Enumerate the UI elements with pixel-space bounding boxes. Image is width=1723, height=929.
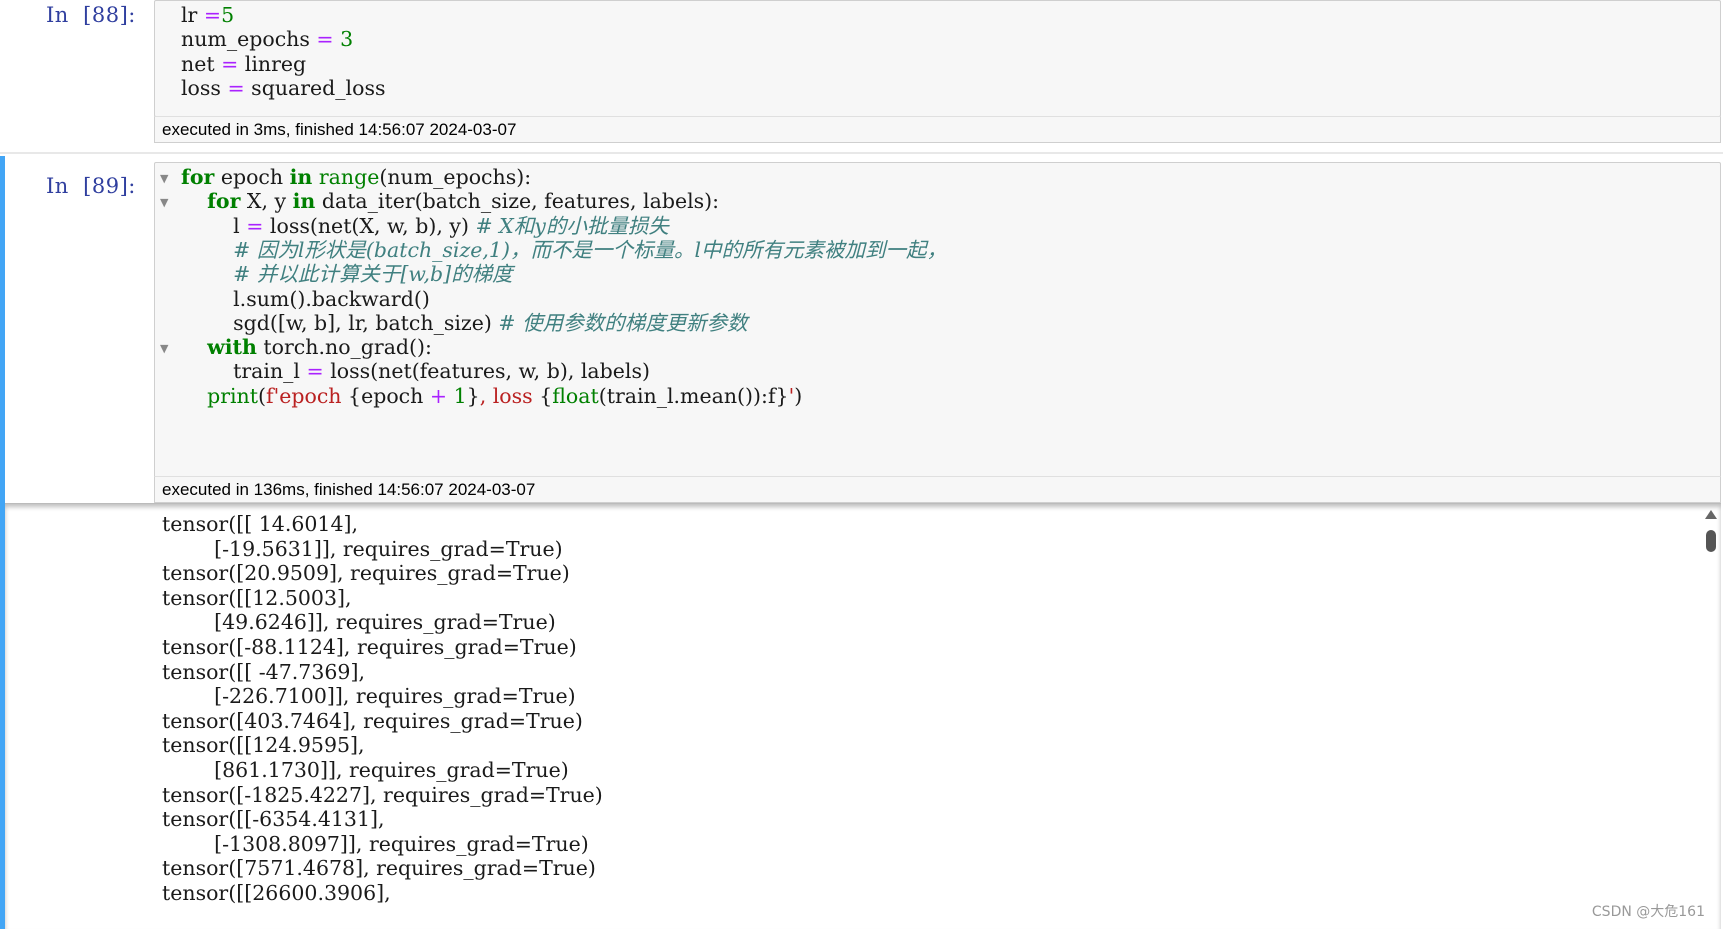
- output-line: tensor([[124.9595],: [162, 733, 365, 758]
- code-line: train_l = loss(net(features, w, b), labe…: [181, 358, 650, 384]
- fold-triangle-icon[interactable]: ▼: [160, 342, 168, 355]
- code-line: sgd([w, b], lr, batch_size) # 使用参数的梯度更新参…: [181, 310, 748, 336]
- output-line: tensor([-88.1124], requires_grad=True): [162, 635, 577, 659]
- code-token: with: [207, 335, 257, 360]
- code-token: data_iter(batch_size, features, labels):: [315, 189, 720, 214]
- code-line: l = loss(net(X, w, b), y) # X和y的小批量损失: [181, 213, 669, 239]
- code-line: num_epochs = 3: [181, 26, 353, 52]
- output-line: tensor([403.7464], requires_grad=True): [162, 708, 583, 733]
- code-token: float: [552, 383, 599, 408]
- code-line: for X, y in data_iter(batch_size, featur…: [181, 188, 719, 214]
- code-token: # 并以此计算关于[w,b]的梯度: [233, 262, 513, 287]
- code-token: print: [207, 383, 258, 408]
- code-token: X, y: [240, 189, 293, 214]
- cell-89-output[interactable]: tensor([[ 14.6014], [-19.5631]], require…: [5, 503, 1721, 929]
- code-token: # X和y的小批量损失: [475, 213, 669, 238]
- code-line: l.sum().backward(): [181, 286, 430, 312]
- code-token: num_epochs: [181, 27, 317, 52]
- output-line: [861.1730]], requires_grad=True): [162, 758, 569, 782]
- cell-89-prompt: In [89]:: [46, 174, 136, 198]
- cell-89-input[interactable]: for epoch in range(num_epochs): for X, y…: [154, 162, 1721, 479]
- code-token: =: [306, 359, 324, 384]
- code-token: l.sum().backward(): [181, 286, 430, 311]
- code-token: {epoch: [348, 383, 430, 408]
- output-line: tensor([[26600.3906],: [162, 881, 391, 905]
- output-line: tensor([20.9509], requires_grad=True): [162, 561, 570, 586]
- code-token: # 因为l形状是(batch_size,1)，而不是一个标量。l中的所有元素被加…: [233, 237, 948, 262]
- code-line: for epoch in range(num_epochs):: [181, 164, 531, 190]
- code-line: net = linreg: [181, 51, 306, 77]
- code-line: lr =5: [181, 2, 234, 28]
- code-line: loss = squared_loss: [181, 75, 385, 101]
- code-token: loss(net(features, w, b), labels): [323, 359, 650, 384]
- code-line: # 并以此计算关于[w,b]的梯度: [181, 261, 513, 287]
- scroll-thumb[interactable]: [1706, 530, 1716, 552]
- output-line: [-1308.8097]], requires_grad=True): [162, 831, 589, 856]
- output-line: tensor([-1825.4227], requires_grad=True): [162, 782, 603, 807]
- code-token: +: [429, 383, 448, 408]
- output-line: tensor([[12.5003],: [162, 585, 352, 610]
- cell-89-exec-status: executed in 136ms, finished 14:56:07 202…: [154, 476, 1721, 503]
- cell-88[interactable]: In [88]: lr =5 num_epochs = 3 net = linreg…: [0, 0, 1723, 150]
- code-token: =: [316, 27, 334, 52]
- code-token: for: [207, 189, 241, 214]
- cell-88-prompt: In [88]:: [46, 3, 136, 27]
- output-line: [-19.5631]], requires_grad=True): [162, 536, 563, 561]
- cell-divider: [0, 152, 1723, 154]
- code-token: linreg: [238, 51, 307, 76]
- output-line: tensor([[ 14.6014],: [162, 512, 359, 536]
- code-token: =: [246, 213, 264, 238]
- watermark: CSDN @大危161: [1591, 904, 1705, 920]
- code-token: in: [292, 189, 316, 214]
- code-token: net: [181, 51, 222, 76]
- code-token: =: [221, 51, 239, 76]
- code-token: range: [318, 165, 380, 189]
- code-token: }: [466, 383, 480, 408]
- code-token: f'epoch: [266, 383, 349, 408]
- output-scrollbar[interactable]: [1701, 504, 1721, 929]
- fold-triangle-icon[interactable]: ▼: [160, 172, 168, 185]
- code-token: 3: [340, 27, 354, 52]
- output-line: tensor([[ -47.7369],: [162, 659, 365, 684]
- output-line: [49.6246]], requires_grad=True): [162, 610, 556, 635]
- output-line: tensor([7571.4678], requires_grad=True): [162, 856, 596, 881]
- cell-89[interactable]: In [89]: for epoch in range(num_epochs):…: [0, 156, 1723, 503]
- code-token: squared_loss: [244, 75, 386, 100]
- code-line: with torch.no_grad():: [181, 334, 432, 360]
- code-token: (num_epochs):: [379, 165, 532, 189]
- scroll-up-arrow-icon[interactable]: [1705, 510, 1717, 519]
- code-token: for: [181, 165, 215, 189]
- code-token: torch.no_grad():: [256, 335, 432, 360]
- code-line: # 因为l形状是(batch_size,1)，而不是一个标量。l中的所有元素被加…: [181, 237, 947, 263]
- code-token: =: [227, 75, 245, 100]
- cell-88-input[interactable]: lr =5 num_epochs = 3 net = linreg loss = sq…: [154, 0, 1721, 117]
- code-token: (train_l.mean()):f}: [598, 383, 789, 408]
- code-token: loss(net(X, w, b), y): [263, 213, 476, 238]
- code-token: l: [181, 213, 247, 238]
- code-token: 5: [221, 3, 235, 27]
- code-token: sgd([w, b], lr, batch_size): [181, 310, 499, 335]
- code-token: # 使用参数的梯度更新参数: [498, 310, 748, 335]
- code-token: loss: [181, 75, 228, 100]
- code-token: in: [289, 165, 313, 189]
- code-token: , loss: [479, 383, 540, 408]
- code-token: ): [794, 383, 803, 408]
- output-line: tensor([[-6354.4131],: [162, 807, 385, 832]
- code-token: epoch: [214, 165, 290, 189]
- code-token: lr: [181, 3, 204, 27]
- code-token: =: [203, 3, 222, 27]
- code-token: 1: [453, 383, 467, 408]
- output-line: [-226.7100]], requires_grad=True): [162, 684, 576, 709]
- cell-88-exec-status: executed in 3ms, finished 14:56:07 2024-…: [154, 116, 1721, 143]
- code-line: print(f'epoch {epoch + 1}, loss {float(t…: [181, 383, 802, 409]
- code-token: (: [258, 383, 266, 408]
- fold-triangle-icon[interactable]: ▼: [160, 196, 168, 209]
- code-token: train_l: [181, 359, 307, 384]
- code-token: {: [539, 383, 553, 408]
